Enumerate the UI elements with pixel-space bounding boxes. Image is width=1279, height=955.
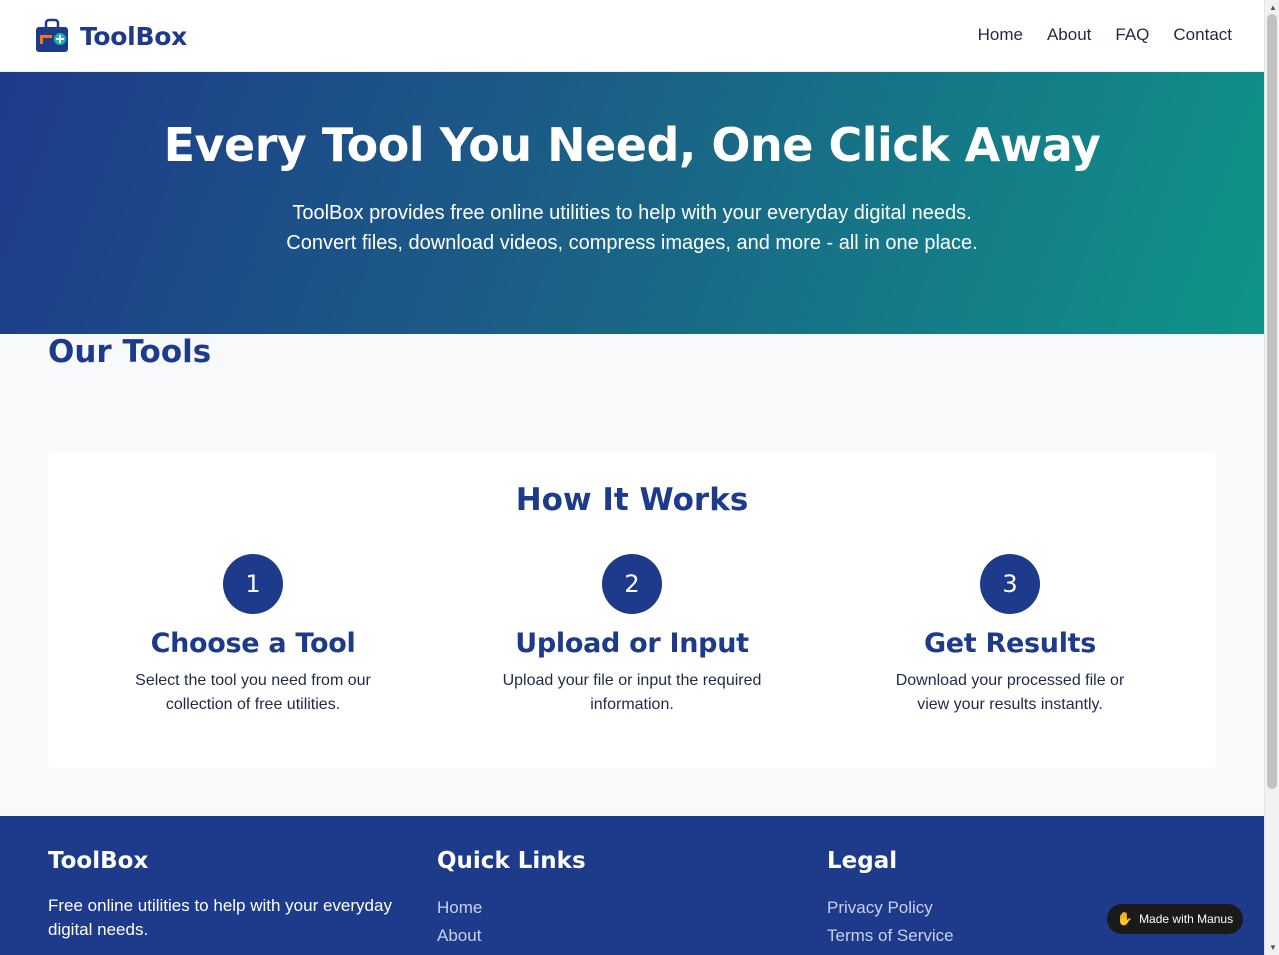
brand-name: ToolBox xyxy=(80,21,187,51)
how-it-works-heading: How It Works xyxy=(515,482,749,518)
main-nav: Home About FAQ Contact xyxy=(978,25,1232,45)
page-scrollbar[interactable]: ▲ ▼ xyxy=(1264,0,1279,955)
hero-line-2: Convert files, download videos, compress… xyxy=(286,232,978,254)
step-number: 1 xyxy=(223,554,283,614)
step-3: 3 Get Results Download your processed fi… xyxy=(860,554,1160,717)
scroll-up-arrow-icon[interactable]: ▲ xyxy=(1269,3,1277,12)
step-title: Choose a Tool xyxy=(150,628,356,659)
manus-hand-icon: ✋ xyxy=(1116,911,1134,926)
step-description: Upload your file or input the required i… xyxy=(502,672,762,713)
badge-label: Made with Manus xyxy=(1139,912,1234,926)
footer-about: ToolBox Free online utilities to help wi… xyxy=(48,848,408,942)
made-with-manus-badge[interactable]: ✋ Made with Manus xyxy=(1107,904,1243,934)
footer-tagline: Free online utilities to help with your … xyxy=(48,896,392,939)
footer-link-privacy[interactable]: Privacy Policy xyxy=(827,894,954,922)
hero-line-1: ToolBox provides free online utilities t… xyxy=(292,202,972,224)
step-1: 1 Choose a Tool Select the tool you need… xyxy=(103,554,403,717)
footer-link-about[interactable]: About xyxy=(437,922,586,950)
nav-faq[interactable]: FAQ xyxy=(1115,25,1149,45)
footer-link-home[interactable]: Home xyxy=(437,894,586,922)
brand-logo[interactable]: ToolBox xyxy=(34,18,187,54)
nav-about[interactable]: About xyxy=(1047,25,1091,45)
page: ToolBox Home About FAQ Contact Every Too… xyxy=(0,0,1264,955)
step-number: 2 xyxy=(602,554,662,614)
toolbox-icon xyxy=(36,18,68,52)
scrollbar-thumb[interactable] xyxy=(1267,14,1277,789)
tools-heading: Our Tools xyxy=(48,334,212,370)
footer-legal: Legal Privacy Policy Terms of Service xyxy=(827,848,954,950)
hero-title: Every Tool You Need, One Click Away xyxy=(163,118,1101,172)
nav-contact[interactable]: Contact xyxy=(1173,25,1232,45)
footer-brand: ToolBox xyxy=(48,848,149,874)
step-title: Upload or Input xyxy=(515,628,749,659)
step-description: Download your processed file or view you… xyxy=(895,672,1125,713)
how-it-works-section: How It Works 1 Choose a Tool Select the … xyxy=(48,452,1216,768)
site-footer: ToolBox Free online utilities to help wi… xyxy=(0,816,1264,955)
hero-section: Every Tool You Need, One Click Away Tool… xyxy=(0,72,1264,334)
footer-legal-heading: Legal xyxy=(827,848,898,874)
site-header: ToolBox Home About FAQ Contact xyxy=(0,0,1264,72)
footer-quick-links-heading: Quick Links xyxy=(437,848,586,874)
step-title: Get Results xyxy=(923,628,1097,659)
hero-description: ToolBox provides free online utilities t… xyxy=(0,198,1264,258)
scroll-down-arrow-icon[interactable]: ▼ xyxy=(1269,943,1277,952)
footer-link-terms[interactable]: Terms of Service xyxy=(827,922,954,950)
step-number: 3 xyxy=(980,554,1040,614)
step-description: Select the tool you need from our collec… xyxy=(135,672,371,713)
footer-quick-links: Quick Links Home About xyxy=(437,848,586,950)
step-2: 2 Upload or Input Upload your file or in… xyxy=(482,554,782,717)
nav-home[interactable]: Home xyxy=(978,25,1023,45)
